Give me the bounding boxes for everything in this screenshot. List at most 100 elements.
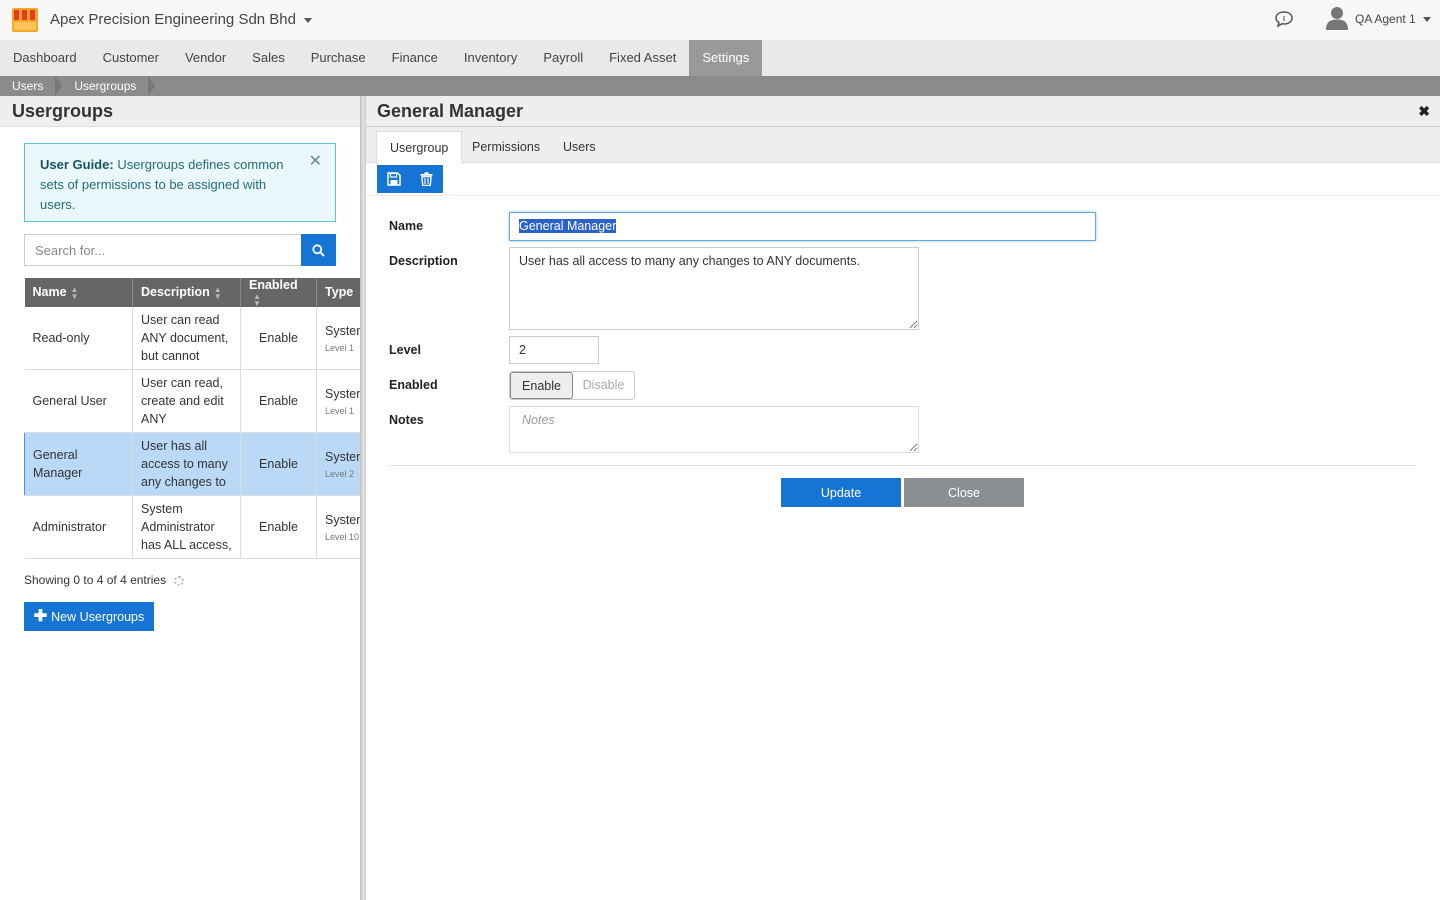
detail-title: General Manager	[366, 96, 1440, 127]
nav-fixed-asset[interactable]: Fixed Asset	[596, 40, 689, 76]
search-input[interactable]	[24, 234, 302, 266]
tab-usergroup[interactable]: Usergroup	[376, 131, 463, 163]
breadcrumb-users[interactable]: Users	[0, 76, 55, 96]
nav-vendor[interactable]: Vendor	[172, 40, 239, 76]
search-button[interactable]	[301, 234, 336, 266]
nav-inventory[interactable]: Inventory	[451, 40, 530, 76]
nav-finance[interactable]: Finance	[379, 40, 451, 76]
breadcrumb: Users Usergroups	[0, 76, 1440, 96]
cell-type: System Level 1	[316, 369, 360, 434]
app-logo-icon[interactable]	[12, 8, 38, 32]
chevron-down-icon	[1422, 17, 1431, 23]
description-label: Description	[389, 254, 458, 268]
company-switcher[interactable]: Apex Precision Engineering Sdn Bhd	[50, 11, 312, 28]
disable-option[interactable]: Disable	[573, 372, 634, 399]
panel-title: Usergroups	[0, 96, 360, 127]
detail-toolbar	[366, 163, 1440, 196]
cell-name: Read-only	[24, 306, 133, 371]
user-menu[interactable]: QA Agent 1	[1355, 12, 1431, 26]
enabled-label: Enabled	[389, 378, 438, 392]
column-label: Type	[325, 285, 354, 300]
guide-title: User Guide:	[40, 157, 114, 172]
main-nav: Dashboard Customer Vendor Sales Purchase…	[0, 40, 1440, 76]
cell-level: Level 2	[325, 469, 355, 480]
name-field[interactable]: General Manager	[509, 212, 1096, 241]
new-usergroup-button[interactable]: ✚ New Usergroups	[24, 602, 154, 631]
cell-level: Level 1	[325, 406, 355, 417]
cell-description: System Administrator has ALL access,	[132, 495, 241, 559]
table-row-selected[interactable]: General Manager User has all access to m…	[24, 432, 360, 497]
nav-dashboard[interactable]: Dashboard	[0, 40, 90, 76]
name-label: Name	[389, 219, 424, 233]
column-label: Enabled	[249, 278, 298, 292]
nav-settings[interactable]: Settings	[689, 40, 763, 76]
user-name: QA Agent 1	[1355, 12, 1416, 26]
cell-level: Level 10	[325, 532, 360, 543]
delete-button[interactable]	[410, 165, 443, 193]
nav-purchase[interactable]: Purchase	[298, 40, 379, 76]
divider	[389, 465, 1416, 466]
close-icon[interactable]: ✕	[309, 152, 322, 172]
level-field[interactable]	[509, 336, 599, 364]
cell-type: System Level 1	[316, 306, 360, 371]
table-row[interactable]: Read-only User can read ANY document, bu…	[24, 306, 360, 371]
search-icon	[312, 243, 325, 257]
cell-type-text: System	[325, 323, 360, 338]
breadcrumb-separator	[55, 76, 63, 96]
column-label: Name	[32, 285, 67, 299]
description-field[interactable]: User has all access to many any changes …	[509, 247, 919, 330]
tab-permissions[interactable]: Permissions	[459, 131, 553, 163]
cell-description: User can read ANY document, but cannot m…	[132, 306, 241, 371]
breadcrumb-usergroups[interactable]: Usergroups	[62, 76, 148, 96]
user-avatar-icon[interactable]	[1326, 6, 1348, 30]
cell-description-text: System Administrator has ALL access,	[141, 502, 232, 553]
column-header-name[interactable]: Name ▲ ▼	[24, 278, 133, 307]
table-header-row: Name ▲ ▼ Description ▲ ▼ Enabled▲ ▼ Type	[24, 278, 360, 308]
table-row[interactable]: General User User can read, create and e…	[24, 369, 360, 434]
close-button[interactable]: Close	[904, 478, 1024, 507]
sort-icon: ▲ ▼	[213, 284, 222, 301]
nav-sales[interactable]: Sales	[239, 40, 298, 76]
enable-option[interactable]: Enable	[510, 372, 573, 399]
cell-description-text: User can read, create and edit ANY docum…	[141, 376, 224, 427]
update-button[interactable]: Update	[781, 478, 901, 507]
cell-enabled: Enable	[240, 369, 317, 434]
name-field-value: General Manager	[519, 219, 617, 233]
cell-type-text: System	[325, 387, 360, 402]
cell-enabled: Enable	[240, 495, 317, 559]
notes-field[interactable]	[509, 406, 919, 453]
chevron-down-icon	[304, 17, 312, 23]
loading-spinner-icon	[174, 575, 185, 586]
tab-users[interactable]: Users	[550, 131, 609, 163]
level-label: Level	[389, 343, 421, 357]
trash-icon	[420, 172, 433, 186]
cell-type: System Level 10	[316, 495, 360, 559]
chat-icon[interactable]	[1274, 10, 1294, 28]
usergroups-table: Name ▲ ▼ Description ▲ ▼ Enabled▲ ▼ Type Read…	[24, 278, 360, 559]
cell-name: General Manager	[24, 432, 133, 497]
column-header-description[interactable]: Description ▲ ▼	[132, 278, 241, 307]
table-row[interactable]: Administrator System Administrator has A…	[24, 495, 360, 559]
company-name: Apex Precision Engineering Sdn Bhd	[50, 11, 296, 28]
column-header-type[interactable]: Type	[316, 278, 360, 307]
save-icon	[386, 172, 401, 186]
showing-text: Showing 0 to 4 of 4 entries	[24, 573, 167, 587]
cell-description: User can read, create and edit ANY docum…	[132, 369, 241, 434]
nav-payroll[interactable]: Payroll	[530, 40, 596, 76]
enabled-toggle: Enable Disable	[509, 371, 635, 400]
nav-customer[interactable]: Customer	[90, 40, 172, 76]
cell-enabled: Enable	[240, 432, 317, 497]
cell-enabled: Enable	[240, 306, 317, 371]
save-button[interactable]	[377, 165, 410, 193]
sort-icon: ▲ ▼	[70, 284, 79, 301]
cell-name: General User	[24, 369, 133, 434]
usergroup-detail-panel: General Manager ✖ Usergroup Permissions …	[366, 96, 1440, 900]
sort-icon: ▲ ▼	[253, 291, 261, 308]
cell-description-text: User can read ANY document, but cannot m…	[141, 312, 229, 363]
column-header-enabled[interactable]: Enabled▲ ▼	[240, 278, 317, 308]
cell-description: User has all access to many any changes …	[132, 432, 241, 497]
user-guide-alert: User Guide: Usergroups defines common se…	[24, 143, 336, 222]
plus-icon: ✚	[33, 607, 48, 625]
close-icon[interactable]: ✖	[1418, 103, 1430, 120]
usergroups-list-panel: Usergroups User Guide: Usergroups define…	[0, 96, 360, 900]
